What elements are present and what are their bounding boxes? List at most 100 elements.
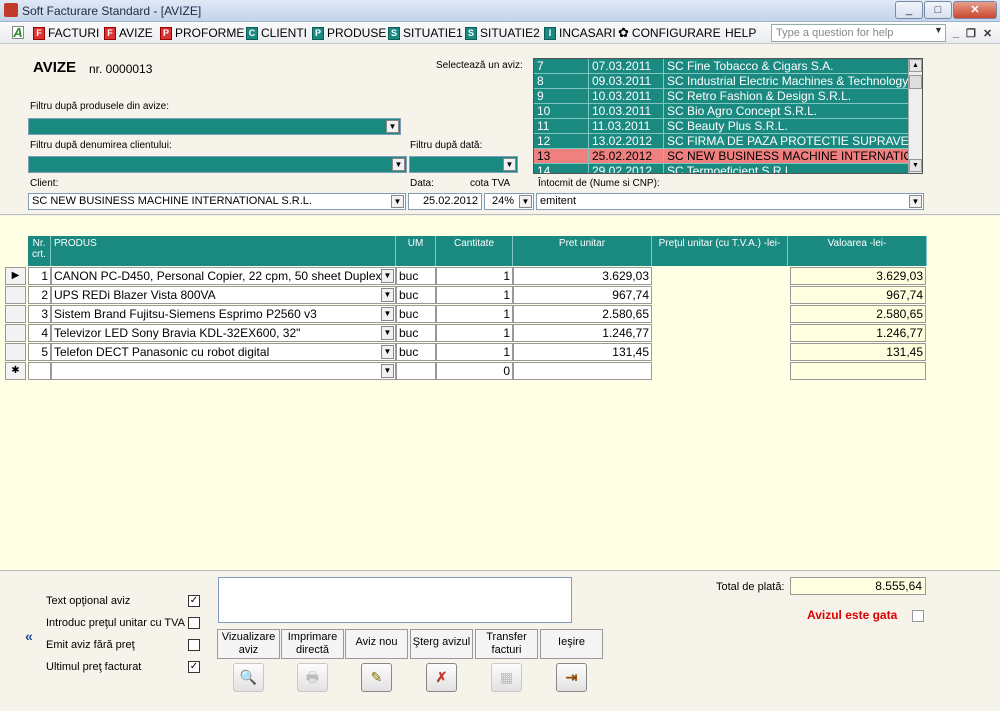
filter-client-combo[interactable]: ▼: [28, 156, 407, 173]
printer-icon[interactable]: 🖶: [297, 663, 328, 692]
product-select[interactable]: Telefon DECT Panasonic cu robot digital ▼: [51, 343, 396, 361]
vat-select[interactable]: 24% ▼: [484, 193, 534, 210]
price-cell[interactable]: 2.580,65: [513, 305, 652, 323]
menu-situatie1[interactable]: S SITUATIE1: [388, 25, 463, 41]
option-last-price-checkbox[interactable]: ✓: [188, 661, 200, 673]
row-selector-new[interactable]: ✱: [5, 362, 26, 380]
um-cell[interactable]: buc: [396, 286, 436, 304]
chevron-down-icon[interactable]: ▼: [381, 307, 394, 321]
option-price-with-vat-checkbox[interactable]: [188, 617, 200, 629]
date-input[interactable]: 25.02.2012: [408, 193, 482, 210]
optional-text-area[interactable]: [218, 577, 572, 623]
row-selector[interactable]: [5, 305, 26, 323]
mdi-restore-button[interactable]: ❐: [966, 27, 976, 40]
transfer-icon[interactable]: ▦: [491, 663, 522, 692]
chevron-down-icon[interactable]: ▼: [391, 195, 404, 208]
delete-aviz-button[interactable]: Şterg avizul: [410, 629, 473, 659]
collapse-icon[interactable]: «: [25, 628, 33, 644]
aviz-list-item-selected[interactable]: 13 25.02.2012 SC NEW BUSINESS MACHINE INTE…: [534, 149, 909, 164]
menu-produse[interactable]: P PRODUSE: [312, 25, 386, 41]
aviz-list-item[interactable]: 14 29.02.2012 SC Termoeficient S.R.L.: [534, 164, 909, 174]
price-cell[interactable]: 1.246,77: [513, 324, 652, 342]
aviz-list-scrollbar[interactable]: ▲ ▼: [908, 59, 922, 173]
product-select[interactable]: UPS REDi Blazer Vista 800VA ▼: [51, 286, 396, 304]
chevron-down-icon[interactable]: ▼: [386, 120, 399, 133]
aviz-client: SC Termoeficient S.R.L.: [667, 164, 795, 174]
um-cell[interactable]: [396, 362, 436, 380]
close-button[interactable]: ✕: [953, 1, 997, 19]
aviz-list[interactable]: 7 07.03.2011 SC Fine Tobacco & Cigars S.A.…: [533, 58, 923, 174]
chevron-down-icon[interactable]: ▼: [503, 158, 516, 171]
quantity-cell[interactable]: 1: [436, 286, 513, 304]
product-select[interactable]: ▼: [51, 362, 396, 380]
price-cell[interactable]: 131,45: [513, 343, 652, 361]
aviz-list-item[interactable]: 10 10.03.2011 SC Bio Agro Concept S.R.L.: [534, 104, 909, 119]
chevron-down-icon[interactable]: ▼: [519, 195, 532, 208]
chevron-down-icon[interactable]: ▼: [381, 288, 394, 302]
menu-proforme[interactable]: P PROFORME: [160, 25, 244, 41]
quantity-cell[interactable]: 0: [436, 362, 513, 380]
aviz-ready-checkbox[interactable]: [912, 610, 924, 622]
um-cell[interactable]: buc: [396, 324, 436, 342]
chevron-down-icon[interactable]: ▼: [381, 326, 394, 340]
price-cell[interactable]: [513, 362, 652, 380]
chevron-down-icon[interactable]: ▼: [909, 195, 922, 208]
quantity-cell[interactable]: 1: [436, 305, 513, 323]
filter-products-combo[interactable]: ▼: [28, 118, 401, 135]
row-selector-current[interactable]: ▶: [5, 267, 26, 285]
quantity-cell[interactable]: 1: [436, 343, 513, 361]
chevron-down-icon[interactable]: ▼: [381, 364, 394, 378]
delete-icon[interactable]: ✗: [426, 663, 457, 692]
menu-facturi[interactable]: F FACTURI: [33, 25, 99, 41]
filter-date-combo[interactable]: ▼: [409, 156, 518, 173]
scroll-up-icon[interactable]: ▲: [909, 59, 922, 72]
preview-icon[interactable]: 🔍: [233, 663, 264, 692]
menu-avize[interactable]: F AVIZE: [104, 25, 153, 41]
menu-incasari[interactable]: I INCASARI: [544, 25, 616, 41]
aviz-list-item[interactable]: 8 09.03.2011 SC Industrial Electric Machin…: [534, 74, 909, 89]
exit-button[interactable]: Ieşire: [540, 629, 603, 659]
view-aviz-button[interactable]: Vizualizare aviz: [217, 629, 280, 659]
menu-clienti[interactable]: C CLIENTI: [246, 25, 307, 41]
row-selector[interactable]: [5, 286, 26, 304]
chevron-down-icon[interactable]: ▼: [381, 269, 394, 283]
chevron-down-icon[interactable]: ▼: [381, 345, 394, 359]
aviz-list-item[interactable]: 11 11.03.2011 SC Beauty Plus S.R.L.: [534, 119, 909, 134]
aviz-list-item[interactable]: 7 07.03.2011 SC Fine Tobacco & Cigars S.A.: [534, 59, 909, 74]
um-cell[interactable]: buc: [396, 343, 436, 361]
direct-print-button[interactable]: Imprimare directă: [281, 629, 344, 659]
exit-door-icon[interactable]: ⇥: [556, 663, 587, 692]
option-no-price-checkbox[interactable]: [188, 639, 200, 651]
product-select[interactable]: Sistem Brand Fujitsu-Siemens Esprimo P25…: [51, 305, 396, 323]
chevron-down-icon[interactable]: ▼: [934, 25, 943, 35]
chevron-down-icon[interactable]: ▼: [392, 158, 405, 171]
scroll-down-icon[interactable]: ▼: [909, 159, 922, 172]
price-cell[interactable]: 3.629,03: [513, 267, 652, 285]
quantity-cell[interactable]: 1: [436, 267, 513, 285]
transfer-invoices-button[interactable]: Transfer facturi: [475, 629, 538, 659]
drafted-by-select[interactable]: emitent ▼: [536, 193, 924, 210]
um-cell[interactable]: buc: [396, 305, 436, 323]
aviz-list-item[interactable]: 9 10.03.2011 SC Retro Fashion & Design S.R…: [534, 89, 909, 104]
mdi-close-button[interactable]: ✕: [983, 27, 992, 40]
price-cell[interactable]: 967,74: [513, 286, 652, 304]
new-document-icon[interactable]: ✎: [361, 663, 392, 692]
row-selector[interactable]: [5, 343, 26, 361]
option-text-optional-checkbox[interactable]: ✓: [188, 595, 200, 607]
help-search-input[interactable]: Type a question for help: [771, 24, 946, 42]
minimize-button[interactable]: _: [895, 1, 923, 19]
um-cell[interactable]: buc: [396, 267, 436, 285]
quantity-cell[interactable]: 1: [436, 324, 513, 342]
menu-configurare[interactable]: ✿ CONFIGURARE: [618, 25, 721, 41]
menu-situatie2[interactable]: S SITUATIE2: [465, 25, 540, 41]
client-select[interactable]: SC NEW BUSINESS MACHINE INTERNATIONAL S.…: [28, 193, 406, 210]
new-aviz-button[interactable]: Aviz nou: [345, 629, 408, 659]
scroll-thumb[interactable]: [909, 75, 922, 89]
maximize-button[interactable]: □: [924, 1, 952, 19]
row-selector[interactable]: [5, 324, 26, 342]
menu-help[interactable]: HELP: [725, 25, 756, 41]
product-select[interactable]: CANON PC-D450, Personal Copier, 22 cpm, …: [51, 267, 396, 285]
mdi-minimize-button[interactable]: _: [953, 27, 959, 39]
product-select[interactable]: Televizor LED Sony Bravia KDL-32EX600, 3…: [51, 324, 396, 342]
aviz-list-item[interactable]: 12 13.02.2012 SC FIRMA DE PAZA PROTECTIE S…: [534, 134, 909, 149]
